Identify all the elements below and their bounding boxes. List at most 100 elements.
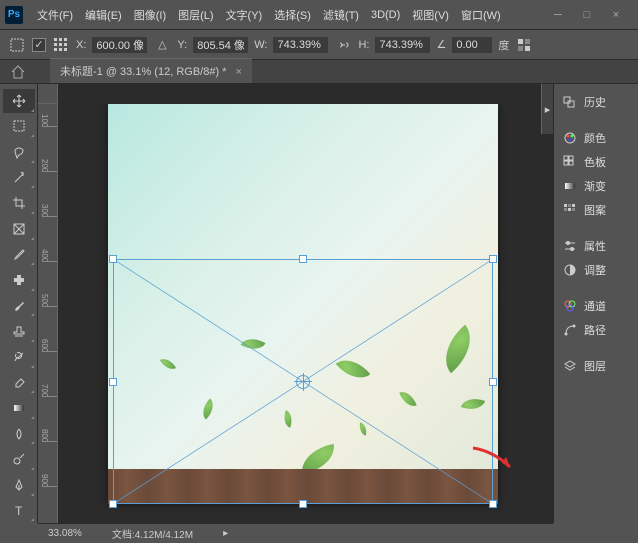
canvas-viewport[interactable]: [58, 104, 553, 523]
transform-center[interactable]: [296, 375, 310, 389]
status-bar: 33.08% 文档:4.12M/4.12M ▸: [38, 523, 553, 543]
panel-collapse-toggle[interactable]: ▸: [541, 84, 553, 134]
transform-bounding-box[interactable]: [113, 259, 493, 504]
tab-title: 未标题-1 @ 33.1% (12, RGB/8#) *: [60, 66, 226, 78]
transform-handle-w[interactable]: [109, 378, 117, 386]
ruler-corner[interactable]: [38, 84, 58, 104]
panel-adjustments[interactable]: 调整: [554, 258, 638, 282]
eyedropper-tool[interactable]: [3, 243, 35, 267]
home-icon[interactable]: [10, 64, 26, 80]
panel-gradient[interactable]: 渐变: [554, 174, 638, 198]
delta-icon[interactable]: △: [153, 36, 171, 54]
document-tab[interactable]: 未标题-1 @ 33.1% (12, RGB/8#) * ×: [50, 58, 252, 83]
transform-handle-sw[interactable]: [109, 500, 117, 508]
tab-bar: 未标题-1 @ 33.1% (12, RGB/8#) * ×: [0, 60, 638, 84]
options-bar: ✓ X: △ Y: W: H: ∠ 度: [0, 30, 638, 60]
menu-select[interactable]: 选择(S): [268, 7, 317, 23]
maximize-button[interactable]: □: [580, 8, 594, 22]
crop-tool[interactable]: [3, 191, 35, 215]
move-tool[interactable]: [3, 89, 35, 113]
titlebar: Ps 文件(F) 编辑(E) 图像(I) 图层(L) 文字(Y) 选择(S) 滤…: [0, 0, 638, 30]
dodge-tool[interactable]: [3, 447, 35, 471]
ps-logo: Ps: [5, 6, 23, 24]
panel-label: 属性: [584, 238, 606, 254]
lasso-tool[interactable]: [3, 140, 35, 164]
brush-tool[interactable]: [3, 294, 35, 318]
status-chevron-icon[interactable]: ▸: [223, 528, 228, 539]
menu-edit[interactable]: 编辑(E): [79, 7, 128, 23]
panel-label: 路径: [584, 322, 606, 338]
y-input[interactable]: [193, 37, 248, 53]
pen-tool[interactable]: [3, 473, 35, 497]
type-tool[interactable]: T: [3, 499, 35, 523]
menu-filter[interactable]: 滤镜(T): [317, 7, 365, 23]
paths-icon: [562, 322, 578, 338]
panel-history[interactable]: 历史: [554, 90, 638, 114]
transform-handle-ne[interactable]: [489, 255, 497, 263]
history-icon: [562, 94, 578, 110]
panel-swatches[interactable]: 色板: [554, 150, 638, 174]
menu-view[interactable]: 视图(V): [406, 7, 455, 23]
transform-handle-n[interactable]: [299, 255, 307, 263]
transform-handle-nw[interactable]: [109, 255, 117, 263]
panel-label: 渐变: [584, 178, 606, 194]
color-icon: [562, 130, 578, 146]
eraser-tool[interactable]: [3, 371, 35, 395]
history-brush-tool[interactable]: [3, 345, 35, 369]
reference-checkbox[interactable]: ✓: [32, 38, 46, 52]
angle-label: ∠: [436, 38, 446, 51]
y-label: Y:: [177, 39, 187, 51]
adjustments-icon: [562, 262, 578, 278]
right-panels: 历史 颜色 色板 渐变 图案 属性 调整 通道 路径 图层: [553, 84, 638, 523]
angle-input[interactable]: [452, 37, 492, 53]
frame-tool[interactable]: [3, 217, 35, 241]
transform-handle-se[interactable]: [489, 500, 497, 508]
panel-pattern[interactable]: 图案: [554, 198, 638, 222]
toolbox: T: [0, 84, 38, 523]
transform-handle-e[interactable]: [489, 378, 497, 386]
x-label: X:: [76, 39, 86, 51]
panel-label: 通道: [584, 298, 606, 314]
transform-handle-s[interactable]: [299, 500, 307, 508]
menu-image[interactable]: 图像(I): [128, 7, 172, 23]
panel-color[interactable]: 颜色: [554, 126, 638, 150]
h-input[interactable]: [375, 37, 430, 53]
marquee-tool[interactable]: [3, 115, 35, 139]
gradient-icon: [562, 178, 578, 194]
gradient-tool[interactable]: [3, 396, 35, 420]
panel-paths[interactable]: 路径: [554, 318, 638, 342]
panel-properties[interactable]: 属性: [554, 234, 638, 258]
panel-label: 历史: [584, 94, 606, 110]
w-input[interactable]: [273, 37, 328, 53]
tab-close-icon[interactable]: ×: [236, 66, 242, 78]
link-icon[interactable]: [334, 36, 352, 54]
panel-channels[interactable]: 通道: [554, 294, 638, 318]
layers-icon: [562, 358, 578, 374]
interpolation-icon[interactable]: [515, 36, 533, 54]
transform-icon[interactable]: [8, 36, 26, 54]
zoom-level[interactable]: 33.08%: [48, 528, 82, 539]
wand-tool[interactable]: [3, 166, 35, 190]
panel-label: 图案: [584, 202, 606, 218]
stamp-tool[interactable]: [3, 319, 35, 343]
minimize-button[interactable]: ─: [551, 8, 565, 22]
heal-tool[interactable]: [3, 268, 35, 292]
panel-layers[interactable]: 图层: [554, 354, 638, 378]
panel-label: 颜色: [584, 130, 606, 146]
reference-point-icon[interactable]: [52, 36, 70, 54]
menu-file[interactable]: 文件(F): [31, 7, 79, 23]
panel-label: 图层: [584, 358, 606, 374]
menu-type[interactable]: 文字(Y): [220, 7, 269, 23]
menu-window[interactable]: 窗口(W): [455, 7, 507, 23]
ruler-vertical[interactable]: 100200300400500600700800900: [38, 104, 58, 523]
svg-text:T: T: [15, 504, 23, 517]
close-button[interactable]: ×: [609, 8, 623, 22]
x-input[interactable]: [92, 37, 147, 53]
w-label: W:: [254, 39, 267, 51]
menu-3d[interactable]: 3D(D): [365, 9, 406, 21]
doc-size[interactable]: 文档:4.12M/4.12M: [112, 526, 193, 541]
menu-layer[interactable]: 图层(L): [172, 7, 219, 23]
blur-tool[interactable]: [3, 422, 35, 446]
properties-icon: [562, 238, 578, 254]
canvas-area: 100200300400500600700800900100011001200 …: [38, 84, 553, 523]
